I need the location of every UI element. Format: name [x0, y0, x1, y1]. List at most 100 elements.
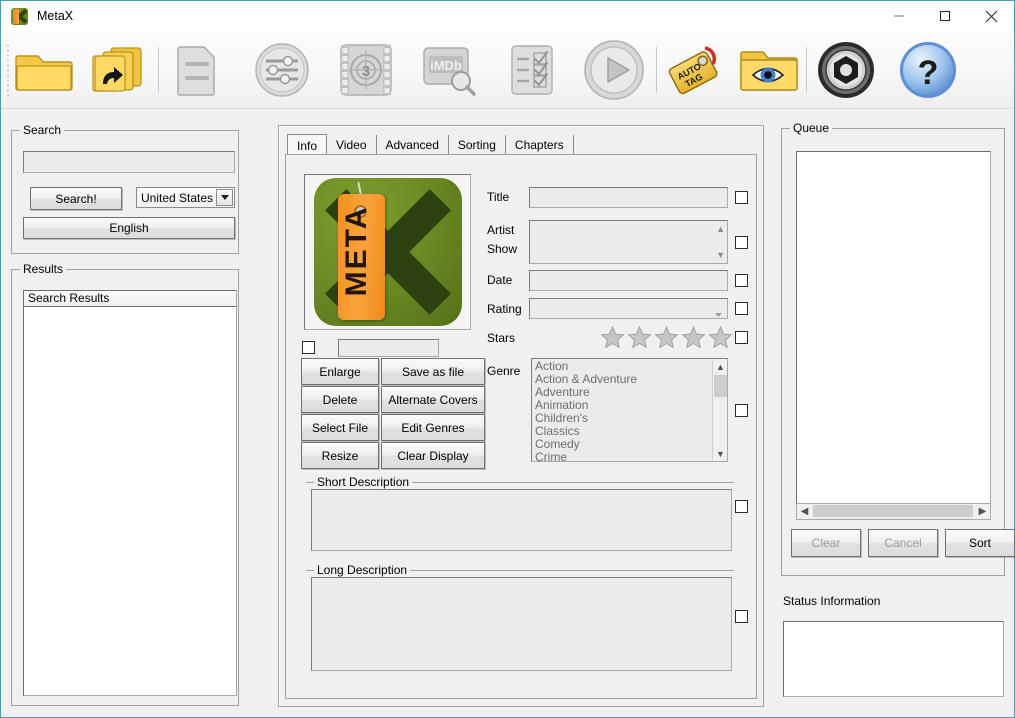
date-input[interactable] [529, 270, 728, 291]
folder-eye-icon [739, 44, 799, 96]
tab-advanced[interactable]: Advanced [377, 135, 449, 155]
spinner-up-icon[interactable]: ▲ [716, 224, 725, 234]
star-icon[interactable] [628, 326, 651, 348]
watch-folder-button[interactable] [736, 37, 802, 103]
rating-select[interactable] [529, 298, 728, 319]
cover-art-frame[interactable]: META [304, 174, 471, 330]
status-information-box[interactable] [783, 621, 1004, 697]
save-as-file-button[interactable]: Save as file [381, 358, 485, 385]
long-description-label: Long Description [314, 563, 410, 577]
chevron-down-icon[interactable] [216, 189, 233, 206]
play-preview-button[interactable] [581, 37, 647, 103]
resize-button[interactable]: Resize [301, 442, 379, 469]
genre-scrollbar[interactable]: ▲ ▼ [712, 359, 727, 461]
folder-with-arrow-icon [91, 44, 149, 96]
toolbar-grip[interactable] [6, 43, 10, 99]
scroll-right-icon[interactable]: ▶ [975, 504, 990, 518]
minimize-icon[interactable] [876, 1, 922, 31]
genre-options: Action Action & Adventure Adventure Anim… [535, 360, 705, 462]
main-toolbar: 3 iMDb [1, 31, 1014, 109]
artist-show-input[interactable]: ▲ ▼ [529, 220, 728, 264]
write-tags-button[interactable] [164, 37, 230, 103]
search-button[interactable]: Search! [30, 187, 122, 210]
scrollbar-thumb[interactable] [813, 505, 973, 517]
title-bar: MetaX [1, 1, 1014, 31]
maximize-icon[interactable] [922, 1, 968, 31]
genre-option[interactable]: Crime [535, 451, 705, 462]
short-description-input[interactable] [311, 489, 732, 551]
clear-display-button[interactable]: Clear Display [381, 442, 485, 469]
queue-list[interactable] [796, 151, 991, 504]
question-help-icon: ? [898, 40, 958, 100]
artist-show-checkbox[interactable] [735, 236, 748, 249]
status-information-label: Status Information [783, 594, 880, 608]
tag-checklist-button[interactable] [499, 37, 565, 103]
svg-text:?: ? [918, 54, 939, 92]
results-group: Results Search Results [11, 269, 239, 706]
rating-checkbox[interactable] [735, 302, 748, 315]
sliders-icon [254, 42, 310, 98]
title-checkbox[interactable] [735, 191, 748, 204]
tab-info[interactable]: Info [287, 134, 327, 156]
long-description-checkbox[interactable] [735, 610, 748, 623]
stars-checkbox[interactable] [735, 331, 748, 344]
imdb-search-button[interactable]: iMDb [416, 37, 482, 103]
language-button[interactable]: English [23, 217, 235, 239]
play-circle-icon [583, 39, 645, 101]
settings-sliders-button[interactable] [249, 37, 315, 103]
search-group-title: Search [20, 123, 64, 137]
film-details-button[interactable]: 3 [333, 37, 399, 103]
select-file-button[interactable]: Select File [301, 414, 379, 441]
cover-logo-text: META [340, 188, 374, 314]
spinner-down-icon[interactable]: ▼ [716, 250, 725, 260]
open-folder-button[interactable] [11, 37, 77, 103]
search-input[interactable] [23, 151, 235, 173]
open-files-button[interactable] [87, 37, 153, 103]
metax-logo-icon [11, 8, 28, 25]
rating-label: Rating [487, 302, 522, 316]
title-input[interactable] [529, 187, 728, 208]
cover-size-field[interactable] [338, 339, 439, 357]
gear-circle-icon [816, 40, 876, 100]
star-icon[interactable] [601, 326, 624, 348]
queue-cancel-button[interactable]: Cancel [868, 529, 938, 557]
close-icon[interactable] [968, 1, 1014, 31]
queue-sort-button[interactable]: Sort [945, 529, 1015, 557]
star-icon[interactable] [682, 326, 705, 348]
star-icon[interactable] [709, 326, 732, 348]
edit-genres-button[interactable]: Edit Genres [381, 414, 485, 441]
country-select[interactable]: United States [136, 187, 235, 208]
scroll-down-icon[interactable]: ▼ [713, 446, 728, 461]
long-description-input[interactable] [311, 577, 732, 671]
help-button[interactable]: ? [895, 37, 961, 103]
queue-group-title: Queue [790, 121, 832, 135]
artist-label: Artist [487, 223, 514, 237]
open-folder-icon [15, 46, 73, 94]
queue-horizontal-scrollbar[interactable]: ◀ ▶ [796, 504, 991, 520]
show-label: Show [487, 242, 517, 256]
alternate-covers-button[interactable]: Alternate Covers [381, 386, 485, 413]
queue-clear-button[interactable]: Clear [791, 529, 861, 557]
genre-list[interactable]: Action Action & Adventure Adventure Anim… [531, 358, 728, 462]
tab-chapters[interactable]: Chapters [506, 135, 574, 155]
preferences-button[interactable] [813, 37, 879, 103]
short-description-checkbox[interactable] [735, 500, 748, 513]
results-group-title: Results [20, 262, 66, 276]
stars-rating[interactable] [601, 326, 732, 348]
tab-sorting[interactable]: Sorting [449, 135, 506, 155]
auto-tag-button[interactable]: AUTO TAG [663, 37, 729, 103]
metax-window: MetaX [0, 0, 1015, 718]
scroll-left-icon[interactable]: ◀ [797, 504, 812, 518]
date-checkbox[interactable] [735, 274, 748, 287]
cover-checkbox[interactable] [302, 341, 315, 354]
chevron-down-icon[interactable] [715, 306, 722, 320]
enlarge-button[interactable]: Enlarge [301, 358, 379, 385]
results-list[interactable] [23, 306, 237, 696]
delete-button[interactable]: Delete [301, 386, 379, 413]
scrollbar-thumb[interactable] [714, 375, 727, 397]
tab-video[interactable]: Video [327, 135, 376, 155]
genre-checkbox[interactable] [735, 404, 748, 417]
results-column-header[interactable]: Search Results [23, 290, 237, 307]
scroll-up-icon[interactable]: ▲ [713, 359, 728, 374]
star-icon[interactable] [655, 326, 678, 348]
